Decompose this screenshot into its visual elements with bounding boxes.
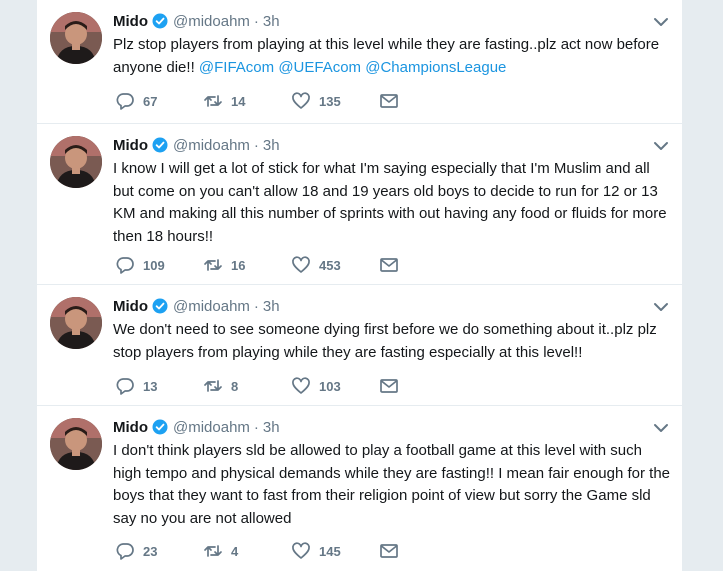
retweet-icon [204,545,222,557]
separator: · [253,12,259,30]
verified-badge-icon [152,298,168,314]
heart-icon [292,377,310,394]
like-button[interactable]: 453 [291,255,379,275]
tweet[interactable]: Mido @midoahm · 3h I don't think players… [37,406,684,571]
tweet[interactable]: Mido @midoahm · 3h I know I will get a l… [37,124,684,285]
like-button[interactable]: 103 [291,376,379,396]
verified-badge-icon [152,137,168,153]
tweet-header: Mido @midoahm · 3h [113,135,280,155]
reply-button[interactable]: 109 [115,255,203,275]
mention-link[interactable]: @FIFAcom [199,59,274,76]
like-button[interactable]: 135 [291,91,379,111]
chevron-down-icon[interactable] [653,300,669,312]
heart-icon [292,92,310,109]
timestamp[interactable]: 3h [263,13,280,30]
retweet-count: 16 [231,257,246,273]
chevron-down-icon[interactable] [653,15,669,27]
avatar[interactable] [50,136,102,188]
avatar[interactable] [50,297,102,349]
retweet-button[interactable]: 8 [203,376,291,396]
heart-icon [292,542,310,559]
tweet-header: Mido @midoahm · 3h [113,296,280,316]
like-count: 145 [319,543,341,559]
like-count: 135 [319,93,341,109]
envelope-icon [380,379,398,393]
separator: · [253,418,259,436]
tweet[interactable]: Mido @midoahm · 3h Plz stop players from… [37,0,684,124]
tweet-text: I don't think players sld be allowed to … [113,442,670,527]
verified-badge-icon [152,13,168,29]
display-name[interactable]: Mido [113,137,148,154]
heart-icon [292,256,310,273]
reply-count: 13 [143,378,158,394]
reply-count: 23 [143,543,158,559]
tweet-header: Mido @midoahm · 3h [113,11,280,31]
envelope-icon [380,258,398,272]
tweet-text: I know I will get a lot of stick for wha… [113,160,667,245]
username[interactable]: @midoahm [173,137,250,154]
tweet-text: Plz stop players from playing at this le… [113,34,673,79]
tweet-actions: 13 8 103 [115,375,399,397]
retweet-button[interactable]: 14 [203,91,291,111]
reply-icon [116,543,134,560]
retweet-icon [204,259,222,271]
tweet-actions: 109 16 453 [115,254,399,276]
display-name[interactable]: Mido [113,298,148,315]
timestamp[interactable]: 3h [263,298,280,315]
avatar[interactable] [50,12,102,64]
avatar[interactable] [50,418,102,470]
tweet-actions: 23 4 145 [115,540,399,562]
tweet-timeline: Mido @midoahm · 3h Plz stop players from… [36,0,684,571]
reply-count: 67 [143,93,158,109]
display-name[interactable]: Mido [113,13,148,30]
timestamp[interactable]: 3h [263,419,280,436]
like-button[interactable]: 145 [291,541,379,561]
display-name[interactable]: Mido [113,419,148,436]
chevron-down-icon[interactable] [653,421,669,433]
reply-icon [116,93,134,110]
envelope-icon [380,94,398,108]
separator: · [253,297,259,315]
separator: · [253,136,259,154]
reply-icon [116,257,134,274]
reply-icon [116,378,134,395]
retweet-count: 8 [231,378,239,394]
chevron-down-icon[interactable] [653,139,669,151]
retweet-count: 4 [231,543,239,559]
reply-button[interactable]: 13 [115,376,203,396]
tweet-header: Mido @midoahm · 3h [113,417,280,437]
reply-button[interactable]: 23 [115,541,203,561]
username[interactable]: @midoahm [173,13,250,30]
mention-link[interactable]: @UEFAcom [278,59,361,76]
tweet[interactable]: Mido @midoahm · 3h We don't need to see … [37,285,684,406]
retweet-count: 14 [231,93,246,109]
like-count: 453 [319,257,341,273]
direct-message-button[interactable] [379,376,399,396]
like-count: 103 [319,378,341,394]
verified-badge-icon [152,419,168,435]
direct-message-button[interactable] [379,541,399,561]
direct-message-button[interactable] [379,91,399,111]
timestamp[interactable]: 3h [263,137,280,154]
envelope-icon [380,544,398,558]
tweet-text: We don't need to see someone dying first… [113,321,657,361]
retweet-icon [204,95,222,107]
retweet-button[interactable]: 4 [203,541,291,561]
reply-count: 109 [143,257,165,273]
username[interactable]: @midoahm [173,298,250,315]
direct-message-button[interactable] [379,255,399,275]
retweet-button[interactable]: 16 [203,255,291,275]
retweet-icon [204,380,222,392]
username[interactable]: @midoahm [173,419,250,436]
mention-link[interactable]: @ChampionsLeague [365,59,506,76]
tweet-actions: 67 14 135 [115,90,399,112]
reply-button[interactable]: 67 [115,91,203,111]
